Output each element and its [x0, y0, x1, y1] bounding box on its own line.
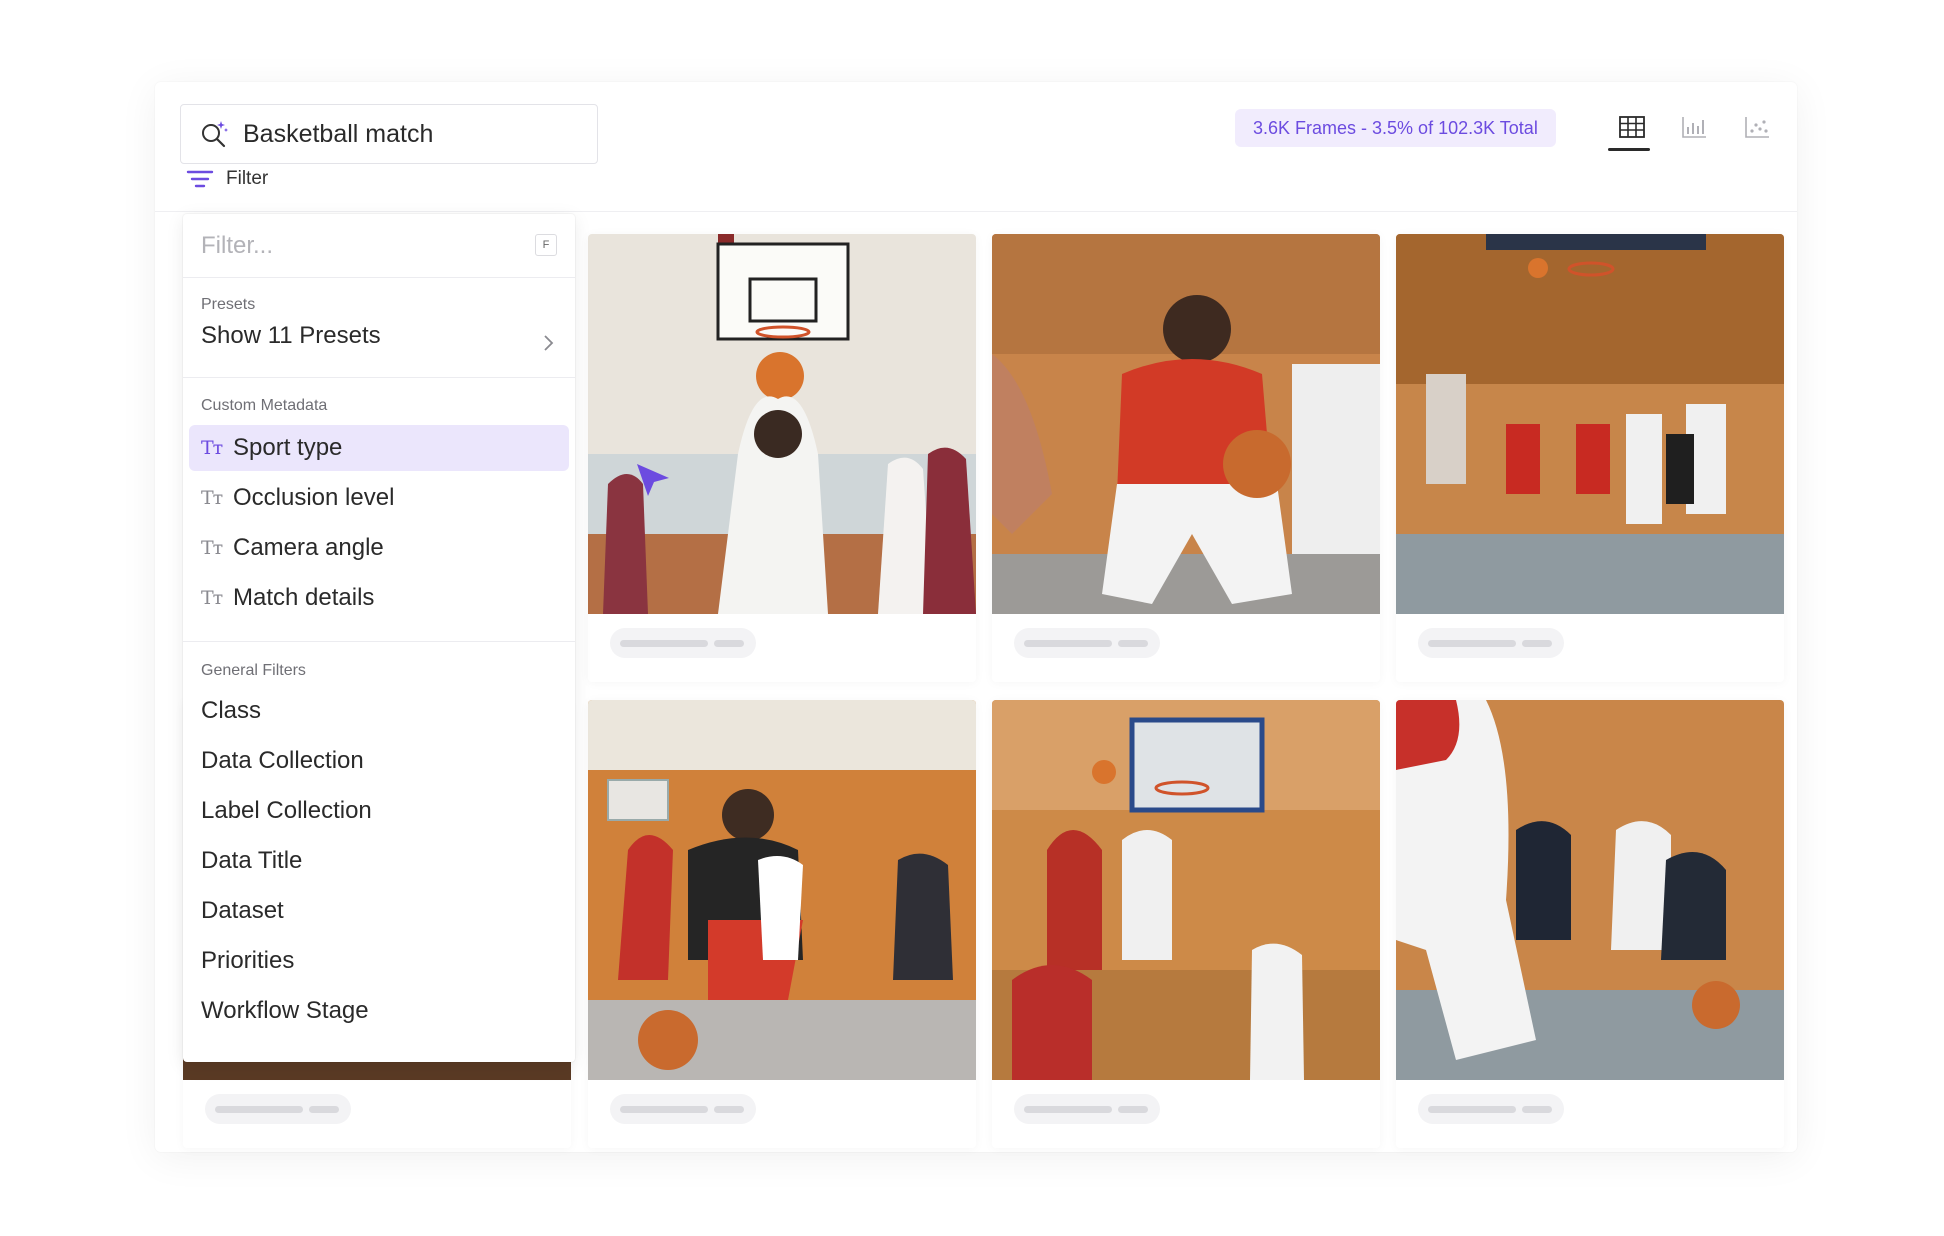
image-thumbnail — [1396, 234, 1784, 614]
keyboard-shortcut-hint: F — [535, 234, 557, 256]
card-meta-placeholder — [610, 628, 756, 658]
scatter-view-button[interactable] — [1738, 110, 1776, 144]
active-view-indicator — [1608, 148, 1650, 151]
show-presets-label: Show 11 Presets — [201, 322, 381, 349]
filter-search-input[interactable] — [201, 231, 501, 260]
filter-item-dataset[interactable]: Dataset — [183, 886, 575, 936]
card-meta-placeholder — [1014, 1094, 1160, 1124]
scatter-plot-icon — [1745, 117, 1769, 138]
metadata-item-match-details[interactable]: Tт Match details — [189, 575, 569, 621]
metadata-item-label: Camera angle — [233, 534, 384, 561]
grid-view-button[interactable] — [1613, 110, 1651, 144]
image-thumbnail — [588, 234, 976, 614]
image-card[interactable] — [1396, 234, 1784, 682]
image-thumbnail — [1396, 700, 1784, 1080]
metadata-item-occlusion-level[interactable]: Tт Occlusion level — [189, 475, 569, 521]
metadata-item-camera-angle[interactable]: Tт Camera angle — [189, 525, 569, 571]
metadata-item-label: Match details — [233, 584, 375, 611]
image-card[interactable] — [992, 700, 1380, 1148]
table-grid-icon — [1619, 116, 1645, 138]
metadata-item-label: Occlusion level — [233, 484, 395, 511]
filter-item-label-collection[interactable]: Label Collection — [183, 786, 575, 836]
filter-button[interactable]: Filter — [186, 168, 268, 190]
general-filters-heading: General Filters — [201, 662, 306, 679]
image-card[interactable] — [588, 700, 976, 1148]
presets-section: Presets Show 11 Presets — [183, 278, 575, 378]
text-type-icon: Tт — [201, 437, 223, 459]
search-input[interactable]: Basketball match — [180, 104, 598, 164]
filter-search-row: F — [183, 214, 575, 278]
show-presets-button[interactable]: Show 11 Presets — [183, 322, 575, 351]
metadata-item-label: Sport type — [233, 434, 343, 461]
metadata-item-sport-type[interactable]: Tт Sport type — [189, 425, 569, 471]
general-filters-section: General Filters Class Data Collection La… — [183, 642, 575, 1036]
bar-chart-icon — [1682, 117, 1706, 138]
image-card[interactable] — [992, 234, 1380, 682]
text-type-icon: Tт — [201, 487, 223, 509]
card-meta-placeholder — [205, 1094, 351, 1124]
card-meta-placeholder — [1418, 628, 1564, 658]
card-meta-placeholder — [1014, 628, 1160, 658]
presets-heading: Presets — [201, 296, 256, 313]
filter-item-data-title[interactable]: Data Title — [183, 836, 575, 886]
text-type-icon: Tт — [201, 537, 223, 559]
search-query: Basketball match — [243, 119, 434, 148]
image-thumbnail — [992, 700, 1380, 1080]
filter-item-priorities[interactable]: Priorities — [183, 936, 575, 986]
mouse-pointer-icon — [637, 464, 669, 496]
card-meta-placeholder — [1418, 1094, 1564, 1124]
frames-count-badge: 3.6K Frames - 3.5% of 102.3K Total — [1235, 109, 1556, 147]
image-card[interactable] — [1396, 700, 1784, 1148]
filter-dropdown: F Presets Show 11 Presets Custom Metadat… — [183, 214, 575, 1062]
custom-metadata-heading: Custom Metadata — [201, 397, 328, 414]
app-window: Basketball match Filter 3.6K Frames - 3.… — [155, 82, 1797, 1152]
custom-metadata-section: Custom Metadata Tт Sport type Tт Occlusi… — [183, 378, 575, 642]
image-card[interactable] — [588, 234, 976, 682]
filter-lines-icon — [186, 170, 214, 188]
filter-item-class[interactable]: Class — [183, 686, 575, 736]
bar-view-button[interactable] — [1675, 110, 1713, 144]
filter-item-workflow-stage[interactable]: Workflow Stage — [183, 986, 575, 1036]
ai-search-icon — [202, 121, 228, 148]
card-meta-placeholder — [610, 1094, 756, 1124]
toolbar: Basketball match Filter 3.6K Frames - 3.… — [155, 82, 1797, 212]
text-type-icon: Tт — [201, 587, 223, 609]
filter-label: Filter — [226, 168, 269, 189]
chevron-right-icon — [544, 335, 554, 351]
image-thumbnail — [588, 700, 976, 1080]
filter-item-data-collection[interactable]: Data Collection — [183, 736, 575, 786]
image-thumbnail — [992, 234, 1380, 614]
